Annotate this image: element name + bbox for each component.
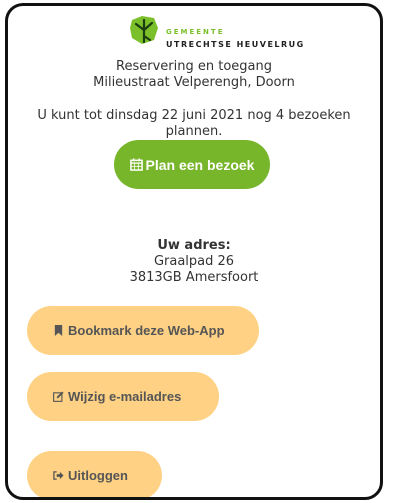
edit-icon bbox=[53, 391, 64, 402]
calendar-icon bbox=[129, 158, 143, 171]
bookmark-button[interactable]: Bookmark deze Web-App bbox=[27, 306, 259, 355]
plan-visit-label: Plan een bezoek bbox=[145, 156, 255, 173]
address-city: 3813GB Amersfoort bbox=[129, 270, 259, 285]
logo-mark-icon bbox=[130, 16, 158, 44]
address-street: Graalpad 26 bbox=[153, 254, 235, 269]
visits-info-text: U kunt tot dinsdag 22 juni 2021 nog 4 be… bbox=[37, 108, 351, 139]
header-location: Milieustraat Velperengh, Doorn bbox=[93, 75, 295, 90]
bookmark-icon bbox=[54, 325, 63, 336]
sign-out-icon bbox=[53, 471, 64, 480]
bookmark-label: Bookmark deze Web-App bbox=[68, 323, 225, 338]
logout-button[interactable]: Uitloggen bbox=[27, 451, 162, 497]
municipality-logo: GEMEENTE UTRECHTSE HEUVELRUG bbox=[128, 14, 308, 56]
app-frame: GEMEENTE UTRECHTSE HEUVELRUG Reservering… bbox=[5, 3, 383, 500]
logout-label: Uitloggen bbox=[68, 468, 128, 483]
logo-text-line1: GEMEENTE bbox=[166, 28, 225, 36]
change-email-label: Wijzig e-mailadres bbox=[68, 389, 182, 404]
logo-text-line2: UTRECHTSE HEUVELRUG bbox=[166, 40, 305, 49]
change-email-button[interactable]: Wijzig e-mailadres bbox=[27, 372, 219, 421]
address-title: Uw adres: bbox=[157, 238, 231, 253]
plan-visit-button[interactable]: Plan een bezoek bbox=[114, 140, 270, 189]
header-title: Reservering en toegang bbox=[116, 59, 272, 74]
